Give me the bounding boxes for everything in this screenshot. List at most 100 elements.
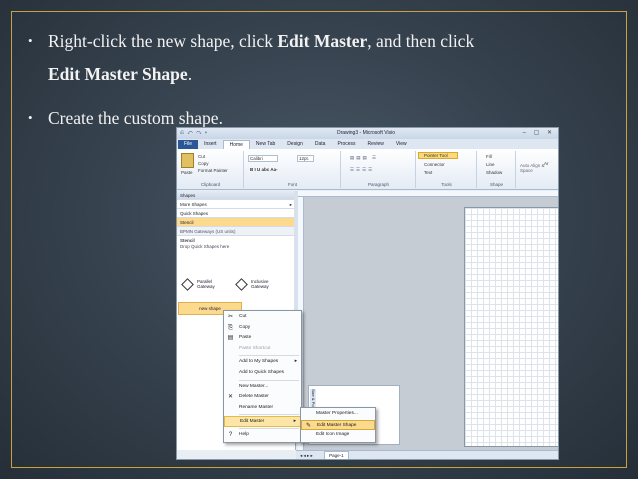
chevron-right-icon: ▸: [294, 359, 297, 365]
page-nav-buttons[interactable]: ◂ ◂ ▸ ▸: [300, 453, 313, 458]
new-master-icon: [227, 384, 234, 391]
tab-process[interactable]: Process: [331, 140, 361, 149]
menu-item-edit-master[interactable]: Edit Master ▸: [224, 416, 301, 427]
bullet-2: • Create the custom shape.: [28, 107, 223, 129]
paste-icon: ▤: [227, 335, 234, 342]
menu-item-label: Help: [239, 431, 249, 437]
tab-new-tab[interactable]: New Tab: [250, 140, 281, 149]
arrange-group: Auto Align & Space Ar: [517, 151, 549, 188]
menu-item-label: Add to My Shapes: [239, 359, 279, 365]
fill-button[interactable]: Fill: [486, 154, 492, 159]
visio-screenshot: ⎌ ↶ ↷ ▾ Drawing3 - Microsoft Visio – ▢ ✕…: [176, 127, 559, 460]
font-format-buttons[interactable]: B I U abc Aa-: [250, 167, 278, 172]
copy-button[interactable]: Copy: [198, 161, 209, 166]
menu-item-new-master[interactable]: New Master...: [224, 382, 301, 393]
menu-item-label: Copy: [239, 324, 251, 330]
help-icon: ?: [228, 431, 233, 438]
tools-group: Pointer Tool Connector Text Tools: [417, 151, 477, 188]
menu-item-label: Rename Master: [239, 404, 274, 410]
page-1-tab[interactable]: Page-1: [324, 451, 349, 459]
tab-design[interactable]: Design: [281, 140, 309, 149]
stencil-item[interactable]: Stencil: [177, 218, 295, 227]
tab-home[interactable]: Home: [222, 139, 250, 149]
edit-master-shape-icon: ✎: [305, 422, 312, 429]
chevron-right-icon: ▸: [289, 202, 292, 207]
tab-review[interactable]: Review: [362, 140, 390, 149]
window-title: Drawing3 - Microsoft Visio: [337, 130, 395, 136]
menu-item-paste[interactable]: ▤ Paste: [224, 333, 301, 344]
line-button[interactable]: Line: [486, 162, 495, 167]
window-buttons[interactable]: – ▢ ✕: [523, 129, 555, 136]
font-size-select[interactable]: 12pt.: [297, 155, 315, 162]
menu-item-label: Paste: [239, 335, 252, 341]
clipboard-label: Clipboard: [200, 182, 221, 187]
submenu-item-edit-icon-image[interactable]: Edit Icon Image: [301, 430, 375, 441]
tab-data[interactable]: Data: [309, 140, 332, 149]
menu-item-cut[interactable]: ✂ Cut: [224, 312, 301, 323]
add-to-quick-shapes-icon: [227, 370, 234, 377]
menu-item-add-to-my-shapes[interactable]: Add to My Shapes ▸: [224, 357, 301, 368]
edit-master-submenu: Master Properties... ✎ Edit Master Shape Ed…: [300, 407, 376, 443]
menu-separator: [239, 427, 299, 429]
paste-shortcut-icon: [227, 346, 234, 353]
bullet-dot: •: [28, 33, 33, 48]
menu-item-label: Delete Master: [239, 394, 269, 400]
quick-access-toolbar[interactable]: ⎌ ↶ ↷ ▾: [180, 130, 208, 136]
parallel-gateway-shape[interactable]: Parallel Gateway: [181, 278, 233, 293]
shapes-pane-header: Shapes: [177, 191, 295, 200]
submenu-item-label: Master Properties...: [316, 411, 358, 416]
paste-icon[interactable]: [181, 153, 194, 168]
quick-shapes-item[interactable]: Quick Shapes: [177, 209, 295, 218]
menu-separator: [239, 355, 299, 357]
cut-button[interactable]: Cut: [198, 154, 205, 159]
add-to-my-shapes-icon: [227, 359, 234, 366]
menu-separator: [239, 379, 299, 381]
menu-item-label: Paste Shortcut: [239, 345, 271, 351]
text-button[interactable]: Text: [424, 170, 432, 175]
cut-icon: ✂: [227, 314, 234, 320]
stencil-section: Stencil Drop Quick Shapes here: [177, 236, 295, 252]
shadow-button[interactable]: Shadow: [486, 170, 502, 175]
bullet-2-text: Create the custom shape.: [48, 108, 223, 128]
chevron-right-icon: ▸: [293, 419, 296, 425]
justify-buttons[interactable]: ☰☰☰☰: [350, 167, 374, 173]
format-painter-button[interactable]: Format Painter: [198, 168, 228, 173]
connector-button[interactable]: Connector: [424, 162, 445, 167]
context-menu: ✂ Cut ⎘ Copy ▤ Paste Paste Shortcut Add to My S…: [223, 310, 302, 443]
drawing-page[interactable]: [464, 207, 558, 447]
tab-file[interactable]: File: [178, 139, 199, 149]
menu-item-add-to-quick-shapes[interactable]: Add to Quick Shapes: [224, 368, 301, 379]
submenu-item-label: Edit Icon Image: [316, 432, 350, 438]
bullet-1-text-pre: Right-click the new shape, click: [48, 31, 278, 51]
pointer-tool-button[interactable]: Pointer Tool: [424, 153, 448, 158]
tab-view[interactable]: View: [390, 140, 413, 149]
inclusive-gateway-shape[interactable]: Inclusive Gateway: [235, 278, 287, 293]
bpmn-gateways-item[interactable]: BPMN Gateways (US units): [177, 227, 295, 236]
menu-item-copy[interactable]: ⎘ Copy: [224, 323, 301, 334]
clipboard-group: Paste Cut Copy Format Painter Clipboard: [178, 151, 244, 188]
menu-item-help[interactable]: ? Help: [224, 430, 301, 441]
ribbon-tabs: File Insert Home New Tab Design Data Process Re…: [177, 139, 558, 149]
more-shapes-label: More Shapes: [180, 202, 207, 207]
inclusive-gateway-icon: [235, 278, 248, 291]
parallel-gateway-icon: [181, 278, 194, 291]
font-name-select[interactable]: Calibri: [248, 155, 278, 162]
menu-item-delete-master[interactable]: ✕ Delete Master: [224, 392, 301, 403]
paste-button[interactable]: Paste: [181, 170, 193, 175]
inclusive-gateway-label: Inclusive Gateway: [251, 279, 269, 289]
menu-item-label: New Master...: [239, 383, 269, 389]
menu-item-label: Cut: [239, 314, 247, 319]
arrange-button[interactable]: Ar: [544, 161, 549, 166]
rename-master-icon: [227, 405, 234, 412]
tab-insert[interactable]: Insert: [198, 140, 223, 149]
master-properties-icon: [304, 411, 311, 418]
copy-icon: ⎘: [228, 324, 233, 331]
font-group: Calibri 12pt. B I U abc Aa- Font: [245, 151, 341, 188]
more-shapes-item[interactable]: More Shapes ▸: [177, 200, 295, 209]
submenu-item-edit-master-shape[interactable]: ✎ Edit Master Shape: [301, 419, 375, 431]
align-buttons[interactable]: ▤▤▤ ☰: [350, 155, 378, 161]
menu-item-rename-master[interactable]: Rename Master: [224, 403, 301, 414]
menu-item-label: Add to Quick Shapes: [239, 369, 285, 375]
title-bar: ⎌ ↶ ↷ ▾ Drawing3 - Microsoft Visio – ▢ ✕: [177, 128, 558, 139]
submenu-item-master-properties[interactable]: Master Properties...: [301, 409, 375, 420]
